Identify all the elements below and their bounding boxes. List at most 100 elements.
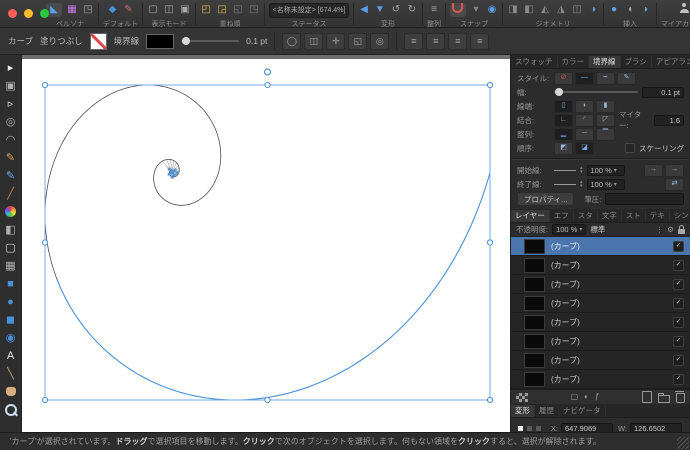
alignment-icon[interactable]: ≡ xyxy=(428,3,440,17)
view-vector-icon[interactable]: ▢ xyxy=(147,3,159,17)
snap-caret-icon[interactable]: ▾ xyxy=(470,3,482,17)
stroke-panel-tab[interactable]: スウォッチ xyxy=(511,55,558,68)
fill-tool[interactable]: ▢ xyxy=(1,239,21,256)
insert-ontop-icon[interactable]: ◗ xyxy=(640,3,652,17)
dashed-stroke-icon[interactable]: ┅ xyxy=(596,71,615,85)
round-cap-icon[interactable]: ◗ xyxy=(575,99,594,113)
start-size-dropdown[interactable]: 100 % ▾ xyxy=(586,164,625,176)
maximize-window-icon[interactable] xyxy=(40,9,49,18)
stroke-panel-tab[interactable]: アピアランス xyxy=(652,56,690,68)
align-right-icon[interactable]: ≡ xyxy=(448,32,468,50)
view-tool[interactable] xyxy=(1,383,21,400)
minimize-window-icon[interactable] xyxy=(24,9,33,18)
artboard-tool[interactable]: ▣ xyxy=(1,77,21,94)
layer-row[interactable]: (カーブ) ✓ xyxy=(511,313,690,332)
bevel-join-icon[interactable]: ◸ xyxy=(596,113,615,127)
no-stroke-icon[interactable]: ⊘ xyxy=(554,71,573,85)
layers-panel-tab[interactable]: エフ xyxy=(550,209,574,222)
layer-name[interactable]: (カーブ) xyxy=(551,355,673,366)
layer-thumbnail[interactable] xyxy=(524,333,545,349)
blend-mode-dropdown[interactable]: 標準 xyxy=(590,224,605,235)
w-input[interactable]: 126.6502 xyxy=(630,423,682,432)
end-arrow-place-icon[interactable]: → xyxy=(665,163,684,177)
properties-button[interactable]: プロパティ... xyxy=(517,192,575,206)
add-group-icon[interactable] xyxy=(658,392,671,403)
layer-name[interactable]: (カーブ) xyxy=(551,336,673,347)
flip-vertical-icon[interactable]: ▼ xyxy=(374,3,386,17)
layer-row[interactable]: (カーブ) ✓ xyxy=(511,351,690,370)
revert-defaults-icon[interactable]: ✎ xyxy=(123,3,135,17)
align-center-stroke-icon[interactable]: ▁ xyxy=(554,127,573,141)
layer-row[interactable]: (カーブ) ✓ xyxy=(511,275,690,294)
layer-row[interactable]: (カーブ) ✓ xyxy=(511,370,690,389)
vector-crop-tool[interactable]: ▦ xyxy=(1,257,21,274)
stroke-panel-tab[interactable]: 境界線 xyxy=(589,55,621,68)
more-options-icon[interactable]: ⋮ xyxy=(656,225,664,234)
stroke-width-value[interactable]: 0.1 pt xyxy=(246,36,267,46)
pixel-persona-icon[interactable]: ▦ xyxy=(66,3,78,17)
compound-icon[interactable]: ◑ xyxy=(587,3,599,17)
artistic-text-tool[interactable]: A xyxy=(1,347,21,364)
x-input[interactable]: 647.9069 xyxy=(561,423,613,432)
node-tool[interactable]: ▹ xyxy=(1,95,21,112)
transparency-tool[interactable]: ◧ xyxy=(1,221,21,238)
stroke-panel-tab[interactable]: ブラシ xyxy=(621,55,652,68)
ellipse-tool[interactable]: ● xyxy=(1,293,21,310)
view-pixel-icon[interactable]: ▣ xyxy=(179,3,191,17)
pencil-tool[interactable]: ✎ xyxy=(1,167,21,184)
layer-name[interactable]: (カーブ) xyxy=(551,374,673,385)
layer-thumbnail[interactable] xyxy=(524,371,545,387)
layer-row[interactable]: (カーブ) ✓ xyxy=(511,332,690,351)
align-inside-stroke-icon[interactable]: ─ xyxy=(575,127,594,141)
to-back-icon[interactable]: ◲ xyxy=(216,3,228,17)
rectangle-tool[interactable]: ■ xyxy=(1,275,21,292)
layer-visibility-checkbox[interactable]: ✓ xyxy=(673,316,684,328)
start-arrow-preview[interactable] xyxy=(554,169,576,171)
layer-visibility-checkbox[interactable]: ✓ xyxy=(673,278,684,290)
backward-icon[interactable]: ◳ xyxy=(248,3,260,17)
stroke-panel-tab[interactable]: カラー xyxy=(558,55,589,68)
layer-visibility-checkbox[interactable]: ✓ xyxy=(673,335,684,347)
canvas[interactable] xyxy=(22,55,510,432)
transform-panel-tab[interactable]: ナビゲータ xyxy=(559,404,606,417)
layer-thumbnail[interactable] xyxy=(524,314,545,330)
layer-visibility-checkbox[interactable]: ✓ xyxy=(673,240,684,252)
style-picker-tool[interactable]: ╲ xyxy=(1,365,21,382)
show-alignment-handles-icon[interactable]: ◎ xyxy=(370,32,390,50)
round-join-icon[interactable]: ◜ xyxy=(575,113,594,127)
layer-name[interactable]: (カーブ) xyxy=(551,298,673,309)
solid-stroke-icon[interactable]: — xyxy=(575,71,594,85)
width-slider[interactable] xyxy=(554,88,638,96)
snap-candidates-icon[interactable]: ◉ xyxy=(486,3,498,17)
transform-panel-tab[interactable]: 変形 xyxy=(511,404,535,417)
pressure-field[interactable] xyxy=(605,193,684,205)
move-tool[interactable]: ▸ xyxy=(1,59,21,76)
start-stepper[interactable]: ▴ ▾ xyxy=(580,166,583,175)
align-top-icon[interactable]: ≡ xyxy=(470,32,490,50)
layer-visibility-checkbox[interactable]: ✓ xyxy=(673,297,684,309)
boolean-add-icon[interactable]: ◨ xyxy=(507,3,519,17)
layer-name[interactable]: (カーブ) xyxy=(551,317,673,328)
rotation-lock-icon[interactable]: ◯ xyxy=(282,32,302,50)
swap-arrows-icon[interactable]: ⇄ xyxy=(665,177,684,191)
slider-knob[interactable] xyxy=(182,37,191,45)
boolean-intersect-icon[interactable]: ◭ xyxy=(539,3,551,17)
layer-row[interactable]: (カーブ) ✓ xyxy=(511,237,690,256)
boolean-divide-icon[interactable]: ◫ xyxy=(571,3,583,17)
layer-name[interactable]: (カーブ) xyxy=(551,260,673,271)
flip-horizontal-icon[interactable]: ◀ xyxy=(358,3,370,17)
insert-behind-icon[interactable]: ◖ xyxy=(624,3,636,17)
transform-objects-icon[interactable]: ◫ xyxy=(304,32,324,50)
transparency-checker-icon[interactable] xyxy=(516,392,528,402)
forward-icon[interactable]: ◱ xyxy=(232,3,244,17)
boolean-xor-icon[interactable]: ◮ xyxy=(555,3,567,17)
zoom-tool[interactable] xyxy=(1,401,21,418)
layer-settings-gear-icon[interactable]: ⚙ xyxy=(667,225,674,234)
width-input[interactable]: 0.1 pt xyxy=(642,86,684,98)
transform-panel-tab[interactable]: 履歴 xyxy=(535,404,559,417)
end-stepper[interactable]: ▴ ▾ xyxy=(580,180,583,189)
snapping-magnet-icon[interactable] xyxy=(450,3,466,17)
end-size-dropdown[interactable]: 100 % ▾ xyxy=(586,178,625,190)
layer-effects-icon[interactable]: ƒ xyxy=(595,391,599,403)
donut-tool[interactable]: ◉ xyxy=(1,329,21,346)
